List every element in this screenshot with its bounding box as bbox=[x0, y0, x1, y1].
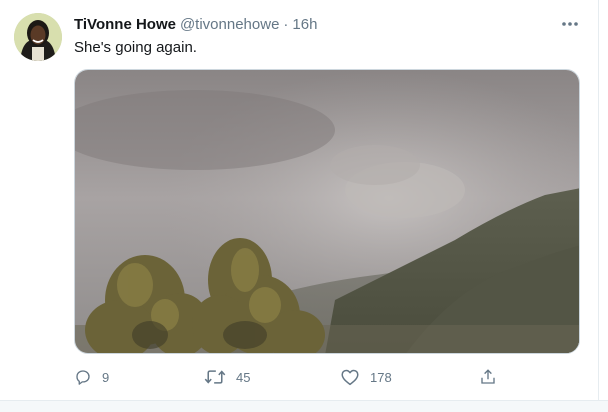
like-button[interactable]: 178 bbox=[340, 366, 392, 388]
retweet-count: 45 bbox=[236, 369, 251, 385]
tweet-card[interactable]: TiVonne Howe @tivonnehowe · 16h She's go… bbox=[0, 0, 599, 400]
user-handle[interactable]: @tivonnehowe bbox=[180, 16, 279, 33]
like-count: 178 bbox=[370, 369, 392, 385]
feed-divider bbox=[0, 400, 608, 412]
timestamp[interactable]: 16h bbox=[292, 16, 317, 33]
separator-dot: · bbox=[283, 15, 289, 33]
reply-button[interactable]: 9 bbox=[74, 366, 109, 388]
volcano-ash-photo bbox=[75, 70, 579, 353]
share-icon bbox=[481, 369, 495, 384]
retweet-icon bbox=[204, 370, 226, 384]
reply-count: 9 bbox=[102, 369, 110, 385]
display-name[interactable]: TiVonne Howe bbox=[74, 16, 176, 33]
heart-icon bbox=[341, 369, 359, 386]
reply-icon bbox=[76, 370, 90, 385]
share-button[interactable] bbox=[479, 366, 497, 388]
tweet-photo[interactable] bbox=[74, 69, 580, 354]
user-avatar-icon bbox=[14, 13, 62, 61]
retweet-button[interactable]: 45 bbox=[204, 366, 250, 388]
more-options-button[interactable] bbox=[556, 12, 584, 36]
tweet-actions: 9 45 178 bbox=[74, 366, 514, 388]
tweet-text: She's going again. bbox=[74, 39, 197, 56]
tweet-header: TiVonne Howe @tivonnehowe · 16h bbox=[74, 14, 317, 34]
avatar[interactable] bbox=[14, 13, 62, 61]
more-horizontal-icon bbox=[562, 22, 578, 26]
